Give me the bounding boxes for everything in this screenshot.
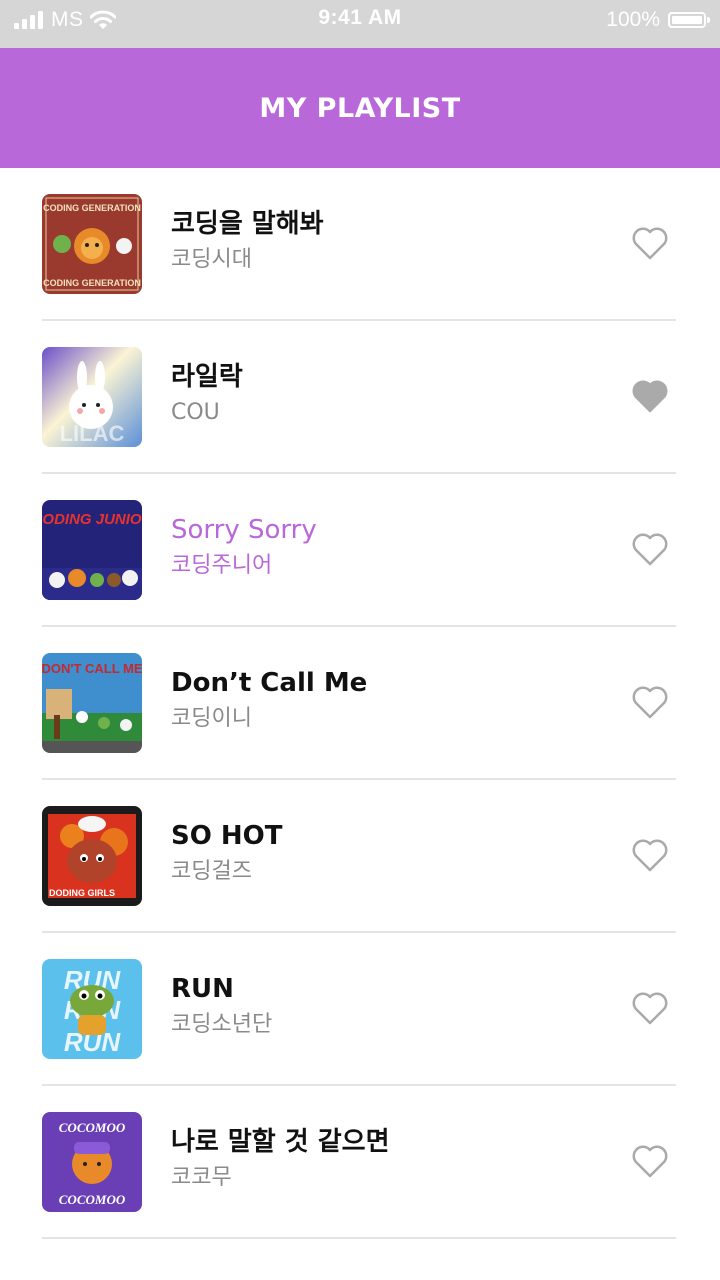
status-bar: MS 9:41 AM 100% (0, 0, 720, 48)
heart-icon-filled[interactable] (630, 376, 670, 416)
playlist: CODING GENERATION CODING GENERATION 코딩을 … (0, 168, 720, 1239)
page-title: MY PLAYLIST (259, 92, 461, 124)
track-title: 나로 말할 것 같으면 (171, 1126, 390, 1157)
album-cover: DODING GIRLS (42, 805, 142, 906)
cover-text: CODING JUNIOR (42, 511, 142, 528)
album-cover: RUN RUN RUN (42, 958, 142, 1059)
heart-icon[interactable] (630, 682, 670, 722)
album-cover: CODING JUNIOR (42, 499, 142, 600)
track-info: 라일락 COU (171, 359, 676, 429)
status-right: 100% (606, 7, 710, 33)
track-info: RUN 코딩소년단 (171, 971, 676, 1041)
track-row[interactable]: COCOMOO COCOMOO 나로 말할 것 같으면 코코무 (42, 1086, 676, 1239)
cover-text: DON'T CALL ME (42, 661, 142, 676)
track-row[interactable]: LILAC 라일락 COU (42, 321, 676, 474)
track-artist: 코코무 (171, 1164, 232, 1190)
heart-icon[interactable] (630, 223, 670, 263)
heart-icon[interactable] (630, 988, 670, 1028)
album-cover: CODING GENERATION CODING GENERATION (42, 193, 142, 294)
track-title: RUN (171, 973, 234, 1004)
track-artist: 코딩이니 (171, 705, 252, 731)
cover-text: COCOMOO (59, 1120, 126, 1135)
track-info: Don’t Call Me 코딩이니 (171, 665, 676, 735)
track-title: 라일락 (171, 361, 243, 392)
track-artist: 코딩주니어 (171, 552, 273, 578)
track-row[interactable]: CODING GENERATION CODING GENERATION 코딩을 … (42, 168, 676, 321)
cover-text: LILAC (60, 421, 125, 446)
album-cover: COCOMOO COCOMOO (42, 1111, 142, 1212)
track-title: Don’t Call Me (171, 667, 368, 698)
battery-icon (668, 12, 710, 28)
track-artist: 코딩시대 (171, 246, 252, 272)
track-title: Sorry Sorry (171, 514, 317, 545)
cover-text-bottom: COCOMOO (59, 1192, 126, 1207)
track-info: 코딩을 말해봐 코딩시대 (171, 206, 676, 276)
album-cover: LILAC (42, 346, 142, 447)
track-artist: 코딩소년단 (171, 1011, 273, 1037)
track-row-active[interactable]: CODING JUNIOR Sorry Sorry 코딩주니어 (42, 474, 676, 627)
track-artist: 코딩걸즈 (171, 858, 252, 884)
battery-fill (672, 16, 702, 24)
track-title: SO HOT (171, 820, 283, 851)
app-header: MY PLAYLIST (0, 48, 720, 168)
cover-text: CODING GENERATION (43, 203, 141, 213)
battery-percent: 100% (606, 8, 660, 31)
track-info: Sorry Sorry 코딩주니어 (171, 512, 676, 582)
heart-icon[interactable] (630, 529, 670, 569)
heart-icon[interactable] (630, 1141, 670, 1181)
cover-text: DODING GIRLS (49, 888, 115, 898)
track-title: 코딩을 말해봐 (171, 208, 324, 239)
heart-icon[interactable] (630, 835, 670, 875)
track-row[interactable]: DODING GIRLS SO HOT 코딩걸즈 (42, 780, 676, 933)
album-cover: DON'T CALL ME (42, 652, 142, 753)
track-artist: COU (171, 399, 220, 425)
track-info: 나로 말할 것 같으면 코코무 (171, 1124, 676, 1194)
track-info: SO HOT 코딩걸즈 (171, 818, 676, 888)
track-row[interactable]: RUN RUN RUN RUN 코딩소년단 (42, 933, 676, 1086)
track-row[interactable]: DON'T CALL ME Don’t Call Me 코딩이니 (42, 627, 676, 780)
cover-text-bottom: CODING GENERATION (43, 278, 141, 288)
